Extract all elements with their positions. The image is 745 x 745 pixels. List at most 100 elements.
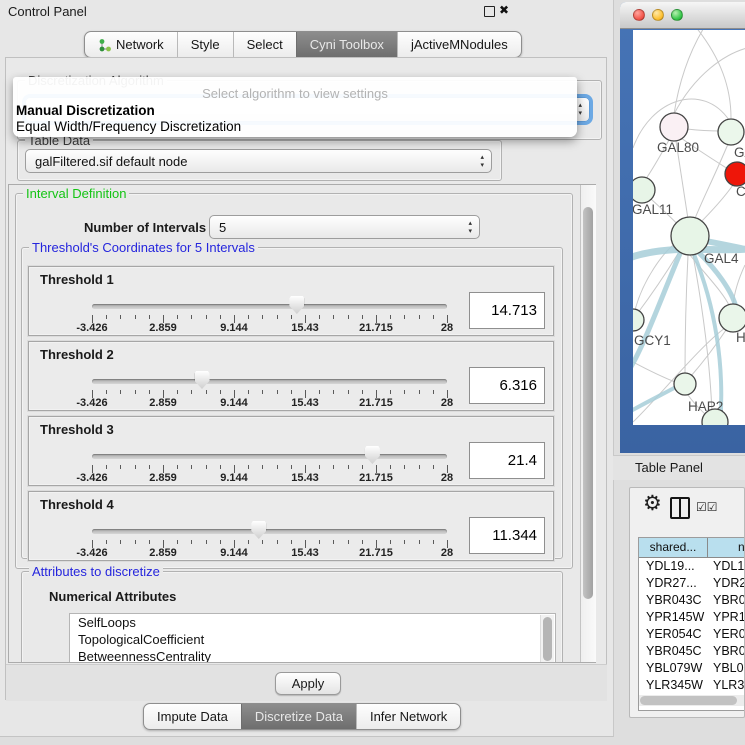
- float-panel-icon[interactable]: [484, 6, 495, 17]
- table-cell: YPR145W: [639, 609, 713, 626]
- table-cell: YBL079W: [639, 660, 713, 677]
- column-layout-icon[interactable]: [670, 497, 690, 519]
- threshold-panel: Threshold 4-3.4262.8599.14415.4321.71528…: [28, 491, 554, 561]
- attribute-item[interactable]: BetweennessCentrality: [70, 648, 555, 663]
- algorithm-option[interactable]: Manual Discretization: [16, 103, 574, 119]
- table-panel-titlebar: Table Panel: [613, 455, 745, 480]
- minimize-window-icon[interactable]: [652, 9, 664, 21]
- tab-discretize-data[interactable]: Discretize Data: [241, 704, 356, 729]
- threshold-value-field[interactable]: 11.344: [469, 517, 545, 554]
- table-data-combobox[interactable]: galFiltered.sif default node ▴▾: [25, 149, 492, 173]
- network-node[interactable]: [660, 113, 688, 141]
- table-cell: YBL0...: [713, 660, 744, 677]
- list-scrollbar[interactable]: [540, 615, 554, 663]
- scrollbar-thumb[interactable]: [640, 696, 737, 705]
- tab-impute-data[interactable]: Impute Data: [144, 704, 241, 729]
- network-window-titlebar[interactable]: [620, 2, 745, 29]
- control-panel-titlebar: Control Panel ✖: [0, 0, 613, 22]
- table-row[interactable]: YBR045CYBR0...: [639, 643, 744, 660]
- node-label: C: [736, 184, 745, 199]
- table-row[interactable]: YLR345WYLR3...: [639, 677, 744, 694]
- threshold-value-field[interactable]: 21.4: [469, 442, 545, 479]
- network-canvas[interactable]: GAL80GACGAL11GAL4HGCY1HAP2: [633, 30, 745, 425]
- column-header[interactable]: shared...: [639, 538, 708, 557]
- scrollbar-thumb[interactable]: [583, 207, 593, 599]
- group-title-attributes: Attributes to discretize: [29, 564, 163, 579]
- gear-icon[interactable]: ⚙: [643, 491, 662, 516]
- network-node[interactable]: [633, 309, 644, 331]
- table-cell: YLR345W: [639, 677, 713, 694]
- network-node[interactable]: [719, 304, 745, 332]
- group-title-thresholds: Threshold's Coordinates for 5 Intervals: [29, 240, 258, 255]
- threshold-slider-thumb[interactable]: [365, 446, 380, 464]
- threshold-slider-thumb[interactable]: [289, 296, 304, 314]
- table-row[interactable]: YBR043CYBR0...: [639, 592, 744, 609]
- tab-label: Infer Network: [370, 709, 447, 724]
- apply-button[interactable]: Apply: [275, 672, 341, 695]
- tab-label: Select: [247, 37, 283, 52]
- tab-style[interactable]: Style: [177, 32, 233, 57]
- node-label: GAL11: [633, 202, 673, 217]
- network-node[interactable]: [674, 373, 696, 395]
- table-cell: YER054C: [639, 626, 713, 643]
- combo-arrows-icon: ▴▾: [480, 154, 484, 170]
- table-row[interactable]: YDL19...YDL1...: [639, 558, 744, 575]
- numerical-attributes-list[interactable]: SelfLoopsTopologicalCoefficientBetweenne…: [69, 613, 556, 663]
- tab-label: jActiveMNodules: [411, 37, 508, 52]
- panel-title: Control Panel: [8, 4, 87, 19]
- select-columns-icon[interactable]: ☑☑: [696, 500, 718, 514]
- zoom-window-icon[interactable]: [671, 9, 683, 21]
- table-panel-title: Table Panel: [635, 460, 703, 475]
- threshold-slider-track[interactable]: [92, 529, 447, 534]
- tab-jactivemnodules[interactable]: jActiveMNodules: [397, 32, 521, 57]
- slider-scale-labels: -3.4262.8599.14415.4321.71528: [92, 322, 448, 334]
- attribute-item[interactable]: TopologicalCoefficient: [70, 631, 555, 648]
- threshold-label: Threshold 1: [40, 272, 114, 287]
- table-cell: YER0...: [713, 626, 744, 643]
- apply-row: Apply: [6, 664, 607, 701]
- node-label: GCY1: [634, 333, 671, 348]
- attribute-item[interactable]: SelfLoops: [70, 614, 555, 631]
- control-panel-tab-bar: NetworkStyle Select Cyni Toolbox jActiveMNo…: [84, 31, 522, 58]
- table-cell: YPR1...: [713, 609, 744, 626]
- tab-label: Discretize Data: [255, 709, 343, 724]
- table-cell: YBR043C: [639, 592, 713, 609]
- close-panel-icon[interactable]: ✖: [499, 3, 509, 17]
- settings-scrollbar[interactable]: [580, 185, 596, 662]
- combo-arrows-icon: ▴▾: [468, 220, 472, 236]
- threshold-slider-track[interactable]: [92, 454, 447, 459]
- threshold-slider-thumb[interactable]: [195, 371, 210, 389]
- close-window-icon[interactable]: [633, 9, 645, 21]
- tab-select[interactable]: Select: [233, 32, 296, 57]
- table-cell: YBR0...: [713, 643, 744, 660]
- tab-cyni-toolbox[interactable]: Cyni Toolbox: [296, 32, 397, 57]
- combo-arrows-icon: ▴▾: [578, 102, 582, 118]
- network-node[interactable]: [633, 177, 655, 203]
- table-horizontal-scrollbar[interactable]: [639, 695, 744, 706]
- threshold-value-field[interactable]: 14.713: [469, 292, 545, 329]
- column-header[interactable]: name: [708, 538, 744, 557]
- table-row[interactable]: YPR145WYPR1...: [639, 609, 744, 626]
- network-node[interactable]: [671, 217, 709, 255]
- threshold-panel: Threshold 1 -3.4262.8599.14415.4321.71528…: [28, 266, 554, 336]
- number-of-intervals-combobox[interactable]: 5 ▴▾: [209, 215, 480, 239]
- settings-scroll-pane: Interval Definition Number of Intervals …: [8, 184, 596, 663]
- threshold-slider-thumb[interactable]: [251, 521, 266, 539]
- table-cell: YDL19...: [639, 558, 713, 575]
- threshold-value-field[interactable]: 6.316: [469, 367, 545, 404]
- node-label: H: [736, 330, 745, 345]
- tab-infer-network[interactable]: Infer Network: [356, 704, 460, 729]
- node-label: GA: [734, 145, 745, 160]
- node-attribute-table[interactable]: shared...name YDL19...YDL1...YDR27...YDR…: [638, 537, 744, 711]
- table-row[interactable]: YER054CYER0...: [639, 626, 744, 643]
- network-node[interactable]: [725, 162, 745, 186]
- node-label: GAL80: [657, 140, 699, 155]
- network-node[interactable]: [718, 119, 744, 145]
- table-row[interactable]: YBL079WYBL0...: [639, 660, 744, 677]
- threshold-slider-track[interactable]: [92, 379, 447, 384]
- threshold-slider-track[interactable]: [92, 304, 447, 309]
- network-icon: [98, 38, 111, 52]
- table-row[interactable]: YDR27...YDR2...: [639, 575, 744, 592]
- algorithm-option[interactable]: Equal Width/Frequency Discretization: [16, 119, 574, 135]
- tab-network[interactable]: Network: [85, 32, 177, 57]
